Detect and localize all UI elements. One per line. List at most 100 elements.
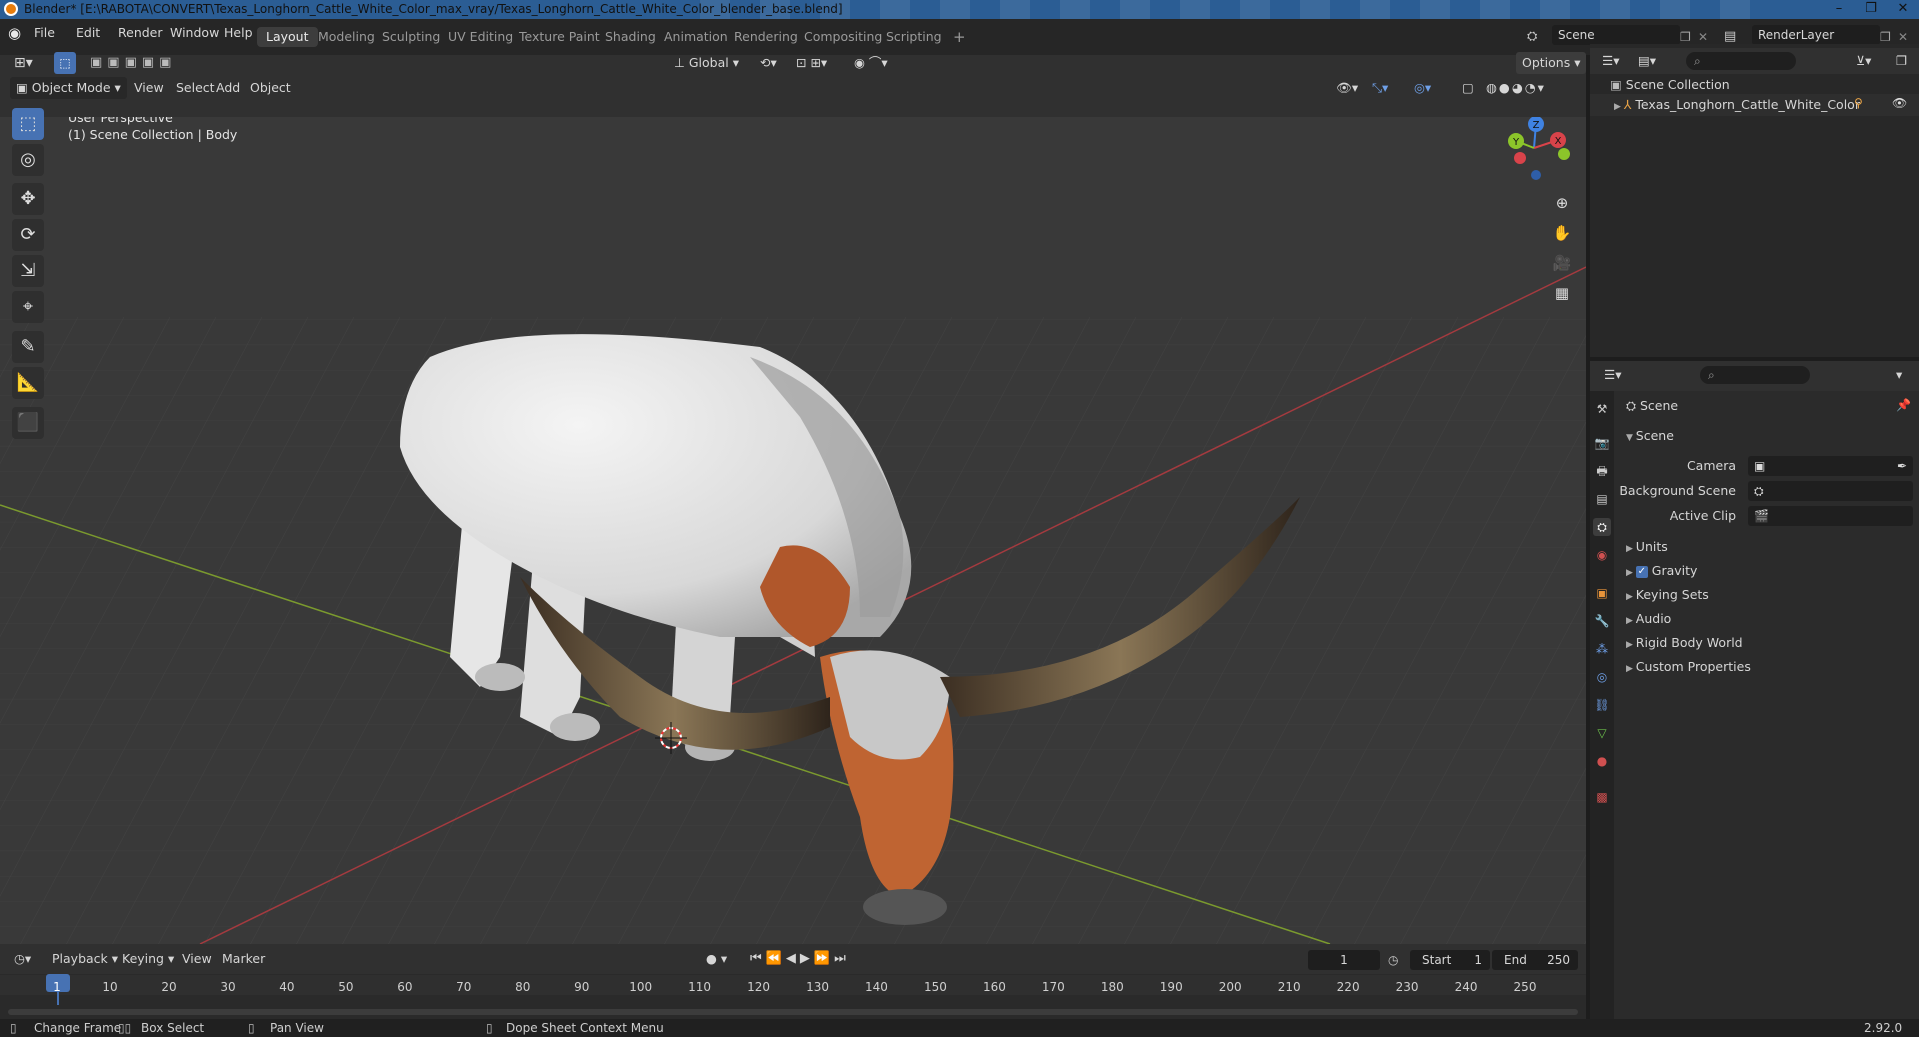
gravity-section[interactable]: ▶ ✓ Gravity	[1626, 563, 1697, 578]
editor-type-icon[interactable]: ⊞▾	[8, 52, 39, 74]
current-frame-field[interactable]: 1	[1308, 950, 1380, 970]
tab-scripting[interactable]: Scripting	[877, 27, 951, 47]
timeline-menu-view[interactable]: View	[176, 948, 218, 970]
constraints-tab-icon[interactable]: ⛓	[1593, 696, 1611, 714]
custom-properties-section[interactable]: ▶ Custom Properties	[1626, 659, 1751, 674]
tab-texture-paint[interactable]: Texture Paint	[510, 27, 609, 47]
start-frame-field[interactable]: Start 1	[1410, 950, 1490, 970]
pan-view-icon[interactable]: ✋	[1548, 219, 1576, 247]
units-section[interactable]: ▶ Units	[1626, 539, 1668, 554]
properties-search-input[interactable]: ⌕	[1700, 366, 1810, 384]
zoom-view-icon[interactable]: ⊕	[1548, 189, 1576, 217]
maximize-button[interactable]: ❐	[1856, 0, 1886, 19]
tool-tab-icon[interactable]: ⚒	[1593, 400, 1611, 418]
measure-tool-icon[interactable]: 📐	[12, 367, 44, 399]
eyedropper-icon[interactable]: ✒	[1897, 456, 1907, 476]
data-tab-icon[interactable]: ▽	[1593, 724, 1611, 742]
proportional-edit-icon[interactable]: ◉ ⌒▾	[848, 52, 894, 74]
add-cube-tool-icon[interactable]: ⬛	[12, 407, 44, 439]
viewport-menu-add[interactable]: Add	[210, 77, 246, 99]
select-box-icon[interactable]: ⬚	[12, 108, 44, 140]
navigation-gizmo[interactable]: Z X Y	[1496, 117, 1576, 188]
outliner-search-input[interactable]: ⌕	[1686, 52, 1796, 70]
keying-sets-section[interactable]: ▶ Keying Sets	[1626, 587, 1709, 602]
move-tool-icon[interactable]: ✥	[12, 183, 44, 215]
gravity-checkbox[interactable]: ✓	[1635, 565, 1648, 578]
render-tab-icon[interactable]: 📷	[1593, 434, 1611, 452]
select-mode-icon[interactable]: ⬚	[54, 52, 76, 74]
close-button[interactable]: ✕	[1888, 0, 1918, 19]
timeline-menu-playback[interactable]: Playback ▾	[46, 948, 124, 970]
camera-field[interactable]: ▣ ✒	[1748, 456, 1913, 476]
cursor-tool-icon[interactable]: ◎	[12, 144, 44, 176]
clip-field-icon: 🎬	[1754, 509, 1769, 523]
snap-icon[interactable]: ⊡ ⊞▾	[790, 52, 833, 74]
outliner-filter-icon[interactable]: ⊻▾	[1850, 50, 1877, 72]
3d-viewport[interactable]: User Perspective (1) Scene Collection | …	[0, 117, 1586, 944]
tab-sculpting[interactable]: Sculpting	[373, 27, 449, 47]
menu-file[interactable]: File	[26, 21, 63, 45]
world-tab-icon[interactable]: ◉	[1593, 546, 1611, 564]
material-tab-icon[interactable]: ●	[1593, 752, 1611, 770]
overlays-toggle-icon[interactable]: ◎▾	[1408, 77, 1437, 99]
output-tab-icon[interactable]: 🖶	[1593, 462, 1611, 480]
gizmo-toggle-icon[interactable]: ⤡▾	[1366, 77, 1394, 99]
expand-arrow-icon[interactable]: ▶	[1614, 102, 1624, 112]
use-preview-range-icon[interactable]: ◷	[1388, 950, 1398, 970]
outliner-new-collection-icon[interactable]: ❐	[1890, 50, 1913, 72]
outliner-editor-type-icon[interactable]: ☰▾	[1596, 50, 1625, 72]
scene-tab-icon[interactable]: ⛭	[1593, 518, 1611, 536]
menu-edit[interactable]: Edit	[68, 21, 108, 45]
modifier-tab-icon[interactable]: 🔧	[1593, 612, 1611, 630]
minimize-button[interactable]: –	[1824, 0, 1854, 19]
scene-name-field[interactable]: Scene	[1552, 25, 1680, 45]
properties-options-icon[interactable]: ▾	[1890, 364, 1908, 386]
pivot-point-icon[interactable]: ⟲▾	[754, 52, 783, 74]
object-data-icon[interactable]: ⚲	[1854, 96, 1870, 112]
timeline-editor-type-icon[interactable]: ◷▾	[8, 948, 37, 970]
outliner-scene-collection[interactable]: ▣ Scene Collection	[1610, 77, 1730, 92]
scene-panel-header[interactable]: ▼ Scene	[1626, 428, 1674, 443]
xray-icon[interactable]: ▢	[1456, 77, 1480, 99]
audio-section[interactable]: ▶ Audio	[1626, 611, 1671, 626]
add-workspace-button[interactable]: +	[944, 27, 975, 47]
perspective-toggle-icon[interactable]: ▦	[1548, 279, 1576, 307]
active-clip-field[interactable]: 🎬	[1748, 506, 1913, 526]
render-layer-field[interactable]: RenderLayer	[1752, 25, 1880, 45]
visibility-eye-icon[interactable]: 👁	[1892, 96, 1908, 112]
auto-keying-icon[interactable]: ● ▾	[700, 948, 733, 970]
viewport-menu-object[interactable]: Object	[244, 77, 297, 99]
timeline-scrollbar[interactable]	[8, 1009, 1578, 1015]
view-layer-tab-icon[interactable]: ▤	[1593, 490, 1611, 508]
texture-tab-icon[interactable]: ▩	[1593, 788, 1611, 806]
outliner-display-mode-icon[interactable]: ▤▾	[1632, 50, 1662, 72]
select-mode-set-icons[interactable]: ▣▣▣▣▣	[90, 53, 180, 73]
physics-tab-icon[interactable]: ◎	[1593, 668, 1611, 686]
blender-menu-icon[interactable]: ◉	[8, 24, 26, 42]
camera-view-icon[interactable]: 🎥	[1548, 249, 1576, 277]
rotate-tool-icon[interactable]: ⟳	[12, 219, 44, 251]
annotate-tool-icon[interactable]: ✎	[12, 331, 44, 363]
playback-controls-icons[interactable]: ⏮⏪◀▶⏩⏭	[744, 948, 856, 970]
shading-mode-icons[interactable]: ◍●◕◔▾	[1480, 77, 1552, 99]
timeline-tick-label: 140	[865, 980, 888, 994]
object-mode-dropdown[interactable]: ▣ Object Mode ▾	[10, 77, 127, 99]
timeline-tick-label: 50	[338, 980, 354, 994]
outliner-item-texas-longhorn[interactable]: ▶ ⅄ Texas_Longhorn_Cattle_White_Color	[1614, 97, 1860, 112]
menu-help[interactable]: Help	[216, 21, 261, 45]
pin-icon[interactable]: 📌	[1896, 398, 1911, 412]
particles-tab-icon[interactable]: ⁂	[1593, 640, 1611, 658]
timeline-menu-keying[interactable]: Keying ▾	[116, 948, 180, 970]
end-frame-field[interactable]: End 250	[1492, 950, 1578, 970]
object-tab-icon[interactable]: ▣	[1593, 584, 1611, 602]
timeline-menu-marker[interactable]: Marker	[216, 948, 271, 970]
options-dropdown[interactable]: Options ▾	[1516, 52, 1587, 74]
properties-editor-type-icon[interactable]: ☰▾	[1598, 364, 1627, 386]
transform-tool-icon[interactable]: ⌖	[12, 291, 44, 323]
background-scene-field[interactable]: ⛭	[1748, 481, 1913, 501]
transform-orientation-dropdown[interactable]: ⊥ Global ▾	[668, 52, 745, 74]
scale-tool-icon[interactable]: ⇲	[12, 255, 44, 287]
visibility-icon[interactable]: 👁▾	[1330, 77, 1364, 99]
rigid-body-world-section[interactable]: ▶ Rigid Body World	[1626, 635, 1743, 650]
viewport-menu-view[interactable]: View	[128, 77, 170, 99]
